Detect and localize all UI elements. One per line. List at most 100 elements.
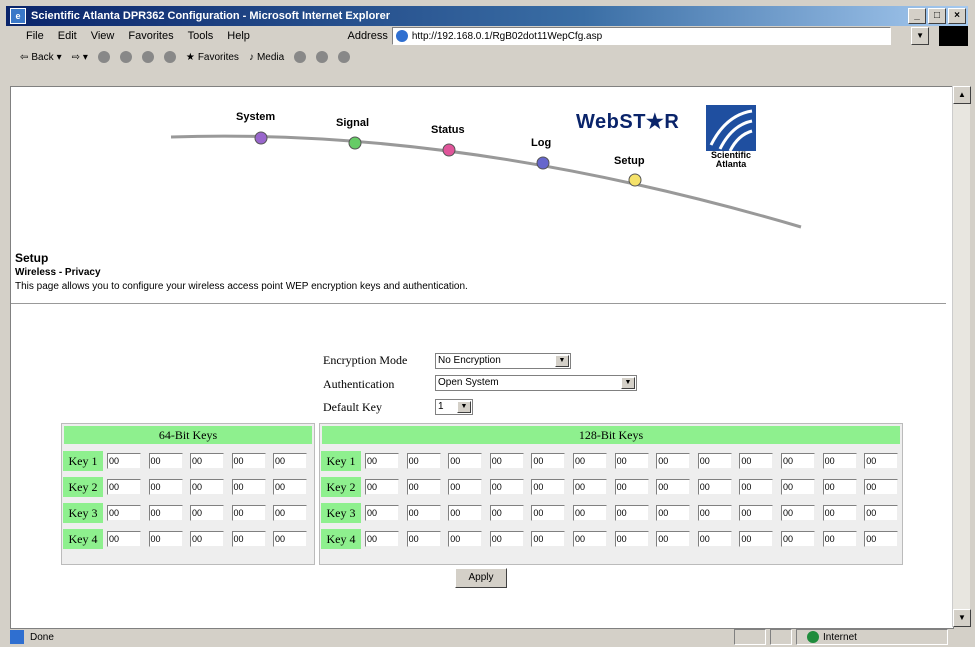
vertical-scrollbar[interactable]: ▲ ▼ (952, 86, 971, 627)
menu-favorites[interactable]: Favorites (128, 30, 173, 42)
key128-key-input[interactable]: 00 (489, 479, 524, 495)
key128-key-input[interactable]: 00 (365, 479, 399, 495)
key128-key-input[interactable]: 00 (406, 531, 441, 547)
menu-file[interactable]: File (26, 30, 44, 42)
nav-signal[interactable]: Signal (336, 117, 369, 129)
key128-key-input[interactable]: 00 (448, 479, 483, 495)
key128-key-input[interactable]: 00 (697, 505, 732, 521)
key128-key-input[interactable]: 00 (614, 531, 649, 547)
key64-key-input[interactable]: 00 (107, 453, 141, 469)
key128-key-input[interactable]: 00 (531, 531, 566, 547)
maximize-button[interactable]: □ (928, 8, 946, 24)
nav-system[interactable]: System (236, 111, 275, 123)
key128-key-input[interactable]: 00 (697, 531, 732, 547)
key128-key-input[interactable]: 00 (656, 479, 691, 495)
stop-icon[interactable] (97, 51, 110, 63)
key128-key-input[interactable]: 00 (448, 531, 483, 547)
key128-key-input[interactable]: 00 (864, 453, 899, 469)
scroll-up-icon[interactable]: ▲ (953, 86, 971, 104)
mail-icon[interactable] (316, 51, 329, 63)
home-icon[interactable] (141, 51, 154, 63)
key64-key-input[interactable]: 00 (148, 505, 183, 521)
key128-key-input[interactable]: 00 (406, 505, 441, 521)
key128-key-input[interactable]: 00 (739, 531, 774, 547)
key128-key-input[interactable]: 00 (573, 531, 607, 547)
key64-key-input[interactable]: 00 (273, 531, 307, 547)
key64-key-input[interactable]: 00 (273, 479, 307, 495)
key128-key-input[interactable]: 00 (573, 505, 607, 521)
key128-key-input[interactable]: 00 (365, 531, 399, 547)
key64-key-input[interactable]: 00 (190, 479, 224, 495)
nav-status[interactable]: Status (431, 124, 465, 136)
key128-key-input[interactable]: 00 (531, 453, 566, 469)
key64-key-input[interactable]: 00 (148, 479, 183, 495)
key64-key-input[interactable]: 00 (231, 531, 266, 547)
refresh-icon[interactable] (119, 51, 132, 63)
forward-button[interactable]: ⇨ ▾ (72, 52, 88, 63)
key128-key-input[interactable]: 00 (739, 505, 774, 521)
key128-key-input[interactable]: 00 (656, 531, 691, 547)
key128-key-input[interactable]: 00 (406, 479, 441, 495)
key128-key-input[interactable]: 00 (489, 505, 524, 521)
print-icon[interactable] (338, 51, 351, 63)
key128-key-input[interactable]: 00 (822, 453, 857, 469)
key64-key-input[interactable]: 00 (231, 479, 266, 495)
minimize-button[interactable]: _ (908, 8, 926, 24)
nav-setup[interactable]: Setup (614, 155, 645, 167)
key128-key-input[interactable]: 00 (864, 531, 899, 547)
menu-edit[interactable]: Edit (58, 30, 77, 42)
key128-key-input[interactable]: 00 (614, 453, 649, 469)
search-icon[interactable] (163, 51, 176, 63)
key128-key-input[interactable]: 00 (864, 479, 899, 495)
address-bar[interactable]: http://192.168.0.1/RgB02dot11WepCfg.asp (391, 27, 892, 45)
key128-key-input[interactable]: 00 (448, 453, 483, 469)
menu-view[interactable]: View (91, 30, 115, 42)
encryption-mode-select[interactable]: No Encryption ▼ (435, 353, 571, 369)
key128-key-input[interactable]: 00 (489, 531, 524, 547)
key64-key-input[interactable]: 00 (231, 453, 266, 469)
key64-key-input[interactable]: 00 (231, 505, 266, 521)
key128-key-input[interactable]: 00 (781, 453, 815, 469)
history-icon[interactable] (294, 51, 307, 63)
close-button[interactable]: × (948, 8, 966, 24)
menu-help[interactable]: Help (227, 30, 250, 42)
default-key-select[interactable]: 1 ▼ (435, 399, 473, 415)
key128-key-input[interactable]: 00 (781, 531, 815, 547)
key128-key-input[interactable]: 00 (822, 531, 857, 547)
key128-key-input[interactable]: 00 (365, 505, 399, 521)
key128-key-input[interactable]: 00 (448, 505, 483, 521)
key128-key-input[interactable]: 00 (573, 453, 607, 469)
favorites-button[interactable]: ★ Favorites (186, 52, 239, 63)
key128-key-input[interactable]: 00 (489, 453, 524, 469)
menu-tools[interactable]: Tools (188, 30, 214, 42)
key128-key-input[interactable]: 00 (614, 505, 649, 521)
key128-key-input[interactable]: 00 (781, 505, 815, 521)
key128-key-input[interactable]: 00 (365, 453, 399, 469)
key128-key-input[interactable]: 00 (697, 479, 732, 495)
authentication-select[interactable]: Open System ▼ (435, 375, 637, 391)
key128-key-input[interactable]: 00 (697, 453, 732, 469)
key128-key-input[interactable]: 00 (822, 479, 857, 495)
key128-key-input[interactable]: 00 (656, 453, 691, 469)
key64-key-input[interactable]: 00 (190, 531, 224, 547)
key64-key-input[interactable]: 00 (148, 453, 183, 469)
key128-key-input[interactable]: 00 (573, 479, 607, 495)
scroll-down-icon[interactable]: ▼ (953, 609, 971, 627)
key64-key-input[interactable]: 00 (190, 505, 224, 521)
key64-key-input[interactable]: 00 (107, 479, 141, 495)
key128-key-input[interactable]: 00 (739, 453, 774, 469)
key64-key-input[interactable]: 00 (273, 453, 307, 469)
back-button[interactable]: ⇦ Back ▾ (20, 52, 62, 63)
key64-key-input[interactable]: 00 (190, 453, 224, 469)
key128-key-input[interactable]: 00 (656, 505, 691, 521)
key128-key-input[interactable]: 00 (406, 453, 441, 469)
key128-key-input[interactable]: 00 (531, 505, 566, 521)
key128-key-input[interactable]: 00 (739, 479, 774, 495)
key64-key-input[interactable]: 00 (107, 505, 141, 521)
key128-key-input[interactable]: 00 (614, 479, 649, 495)
address-dropdown-icon[interactable]: ▼ (911, 27, 929, 45)
key64-key-input[interactable]: 00 (273, 505, 307, 521)
key128-key-input[interactable]: 00 (822, 505, 857, 521)
key64-key-input[interactable]: 00 (148, 531, 183, 547)
key128-key-input[interactable]: 00 (781, 479, 815, 495)
